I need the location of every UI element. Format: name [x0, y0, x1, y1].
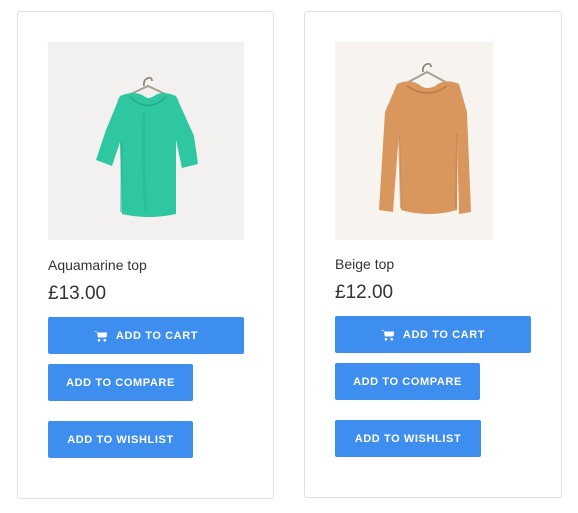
add-to-wishlist-button[interactable]: ADD TO WISHLIST: [335, 420, 481, 457]
add-to-cart-button[interactable]: ADD TO CART: [48, 317, 244, 354]
shopping-cart-icon: [380, 329, 395, 340]
product-title[interactable]: Aquamarine top: [48, 257, 147, 273]
product-image[interactable]: [48, 42, 244, 240]
add-to-compare-button[interactable]: ADD TO COMPARE: [335, 363, 480, 400]
product-card: Beige top £12.00 ADD TO CART ADD TO COMP…: [304, 11, 562, 498]
shopping-cart-icon: [93, 330, 108, 341]
add-to-wishlist-label: ADD TO WISHLIST: [354, 432, 462, 445]
product-price: £12.00: [335, 282, 394, 303]
product-image[interactable]: [335, 42, 493, 240]
product-price: £13.00: [48, 283, 107, 304]
product-title[interactable]: Beige top: [335, 256, 394, 272]
add-to-compare-label: ADD TO COMPARE: [66, 376, 175, 389]
add-to-cart-button[interactable]: ADD TO CART: [335, 316, 531, 353]
product-card: Aquamarine top £13.00 ADD TO CART ADD TO…: [17, 11, 274, 499]
add-to-cart-label: ADD TO CART: [402, 328, 486, 341]
add-to-compare-label: ADD TO COMPARE: [353, 375, 462, 388]
beige-top-image: [335, 42, 493, 240]
add-to-wishlist-label: ADD TO WISHLIST: [67, 433, 174, 446]
aquamarine-top-image: [48, 42, 244, 240]
add-to-cart-label: ADD TO CART: [115, 329, 199, 342]
add-to-wishlist-button[interactable]: ADD TO WISHLIST: [48, 421, 193, 458]
add-to-compare-button[interactable]: ADD TO COMPARE: [48, 364, 193, 401]
